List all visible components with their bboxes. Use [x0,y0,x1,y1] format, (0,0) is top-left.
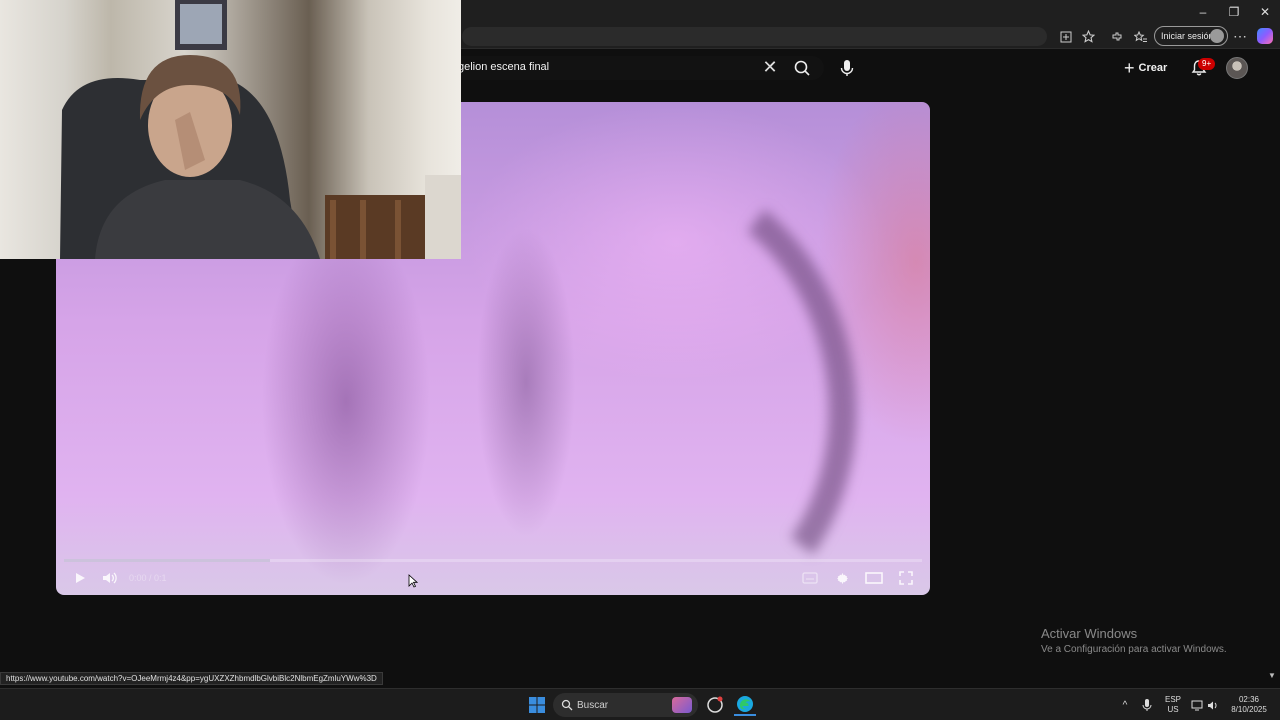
favorite-star-icon[interactable] [1079,28,1097,45]
start-button[interactable] [526,694,548,716]
close-window-button[interactable]: ✕ [1250,0,1280,24]
activate-subtitle: Ve a Configuración para activar Windows. [1041,644,1227,655]
volume-icon[interactable] [100,568,120,588]
more-menu-icon[interactable]: ⋯ [1231,28,1249,45]
fullscreen-icon[interactable] [896,568,916,588]
progress-played [64,559,270,562]
signin-label: Iniciar sesión [1161,31,1214,41]
taskbar-search[interactable]: Buscar [553,693,698,717]
plus-icon: + [1124,58,1135,78]
status-url-tooltip: https://www.youtube.com/watch?v=OJeeMrmj… [0,672,383,685]
restore-button[interactable]: ❐ [1219,0,1249,24]
app-available-icon[interactable] [1057,28,1075,45]
show-hidden-icons[interactable]: ^ [1118,694,1132,716]
account-avatar[interactable] [1226,57,1248,79]
language-indicator[interactable]: ESP US [1162,695,1184,715]
taskbar-search-icon [561,699,573,711]
microphone-icon[interactable] [838,58,856,78]
speaker-icon[interactable] [1206,694,1220,716]
address-bar[interactable] [462,27,1047,46]
search-highlight-icon [672,697,692,713]
activate-windows-watermark: Activar Windows Ve a Configuración para … [1041,626,1227,655]
search-icon[interactable] [792,58,812,78]
scroll-down-arrow[interactable]: ▼ [1266,671,1278,683]
progress-bar[interactable] [64,559,922,562]
edge-browser-icon[interactable] [734,694,756,716]
language-bottom: US [1167,705,1179,714]
taskbar-search-label: Buscar [577,699,609,711]
webcam-overlay [0,0,461,259]
search-input[interactable]: gelion escena final [458,61,549,73]
mouse-cursor-icon [408,574,418,588]
time-display: 0:00 / 0:1 [129,573,167,583]
webcam-person-image [60,0,461,259]
create-label: Crear [1138,62,1168,74]
create-button[interactable]: + Crear [1124,56,1174,80]
subtitles-icon[interactable] [800,568,820,588]
clock-time: 02:36 [1238,695,1260,704]
network-icon[interactable] [1190,694,1204,716]
microphone-tray-icon[interactable] [1140,694,1154,716]
video-content [404,135,888,595]
language-top: ESP [1164,695,1181,704]
copilot-icon[interactable] [1257,28,1273,44]
clear-search-icon[interactable]: ✕ [761,58,779,76]
play-button[interactable] [70,568,90,588]
minimize-button[interactable]: – [1188,0,1218,24]
favorites-list-icon[interactable] [1131,28,1149,45]
profile-avatar-icon [1210,29,1224,43]
settings-gear-icon[interactable] [832,568,852,588]
signin-button[interactable]: Iniciar sesión [1154,26,1228,46]
app-icon-cursor[interactable] [704,694,726,716]
notification-badge: 9+ [1198,58,1216,70]
theater-mode-icon[interactable] [864,568,884,588]
activate-title: Activar Windows [1041,626,1138,641]
clock-date: 8/10/2025 [1231,705,1267,714]
extensions-icon[interactable] [1108,28,1126,45]
clock[interactable]: 02:36 8/10/2025 [1226,695,1272,715]
windows-taskbar: Buscar ^ ESP US 02:36 8/10/2025 [0,688,1280,720]
